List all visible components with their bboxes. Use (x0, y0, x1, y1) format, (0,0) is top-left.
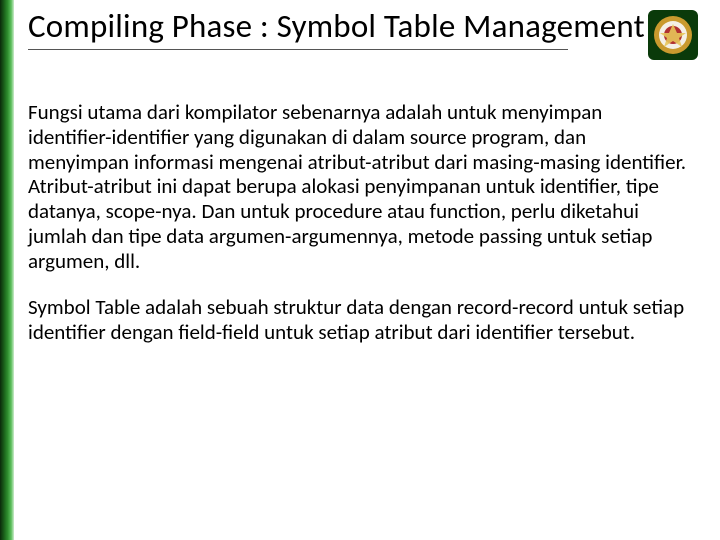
decorative-sidebar (0, 0, 14, 540)
body-paragraph-1: Fungsi utama dari kompilator sebenarnya … (28, 100, 688, 273)
slide-title: Compiling Phase : Symbol Table Managemen… (28, 8, 700, 47)
body-paragraph-2: Symbol Table adalah sebuah struktur data… (28, 295, 688, 345)
slide-header: Compiling Phase : Symbol Table Managemen… (28, 8, 700, 50)
slide-body: Fungsi utama dari kompilator sebenarnya … (28, 100, 688, 367)
title-underline (28, 49, 568, 50)
slide: Compiling Phase : Symbol Table Managemen… (0, 0, 720, 540)
